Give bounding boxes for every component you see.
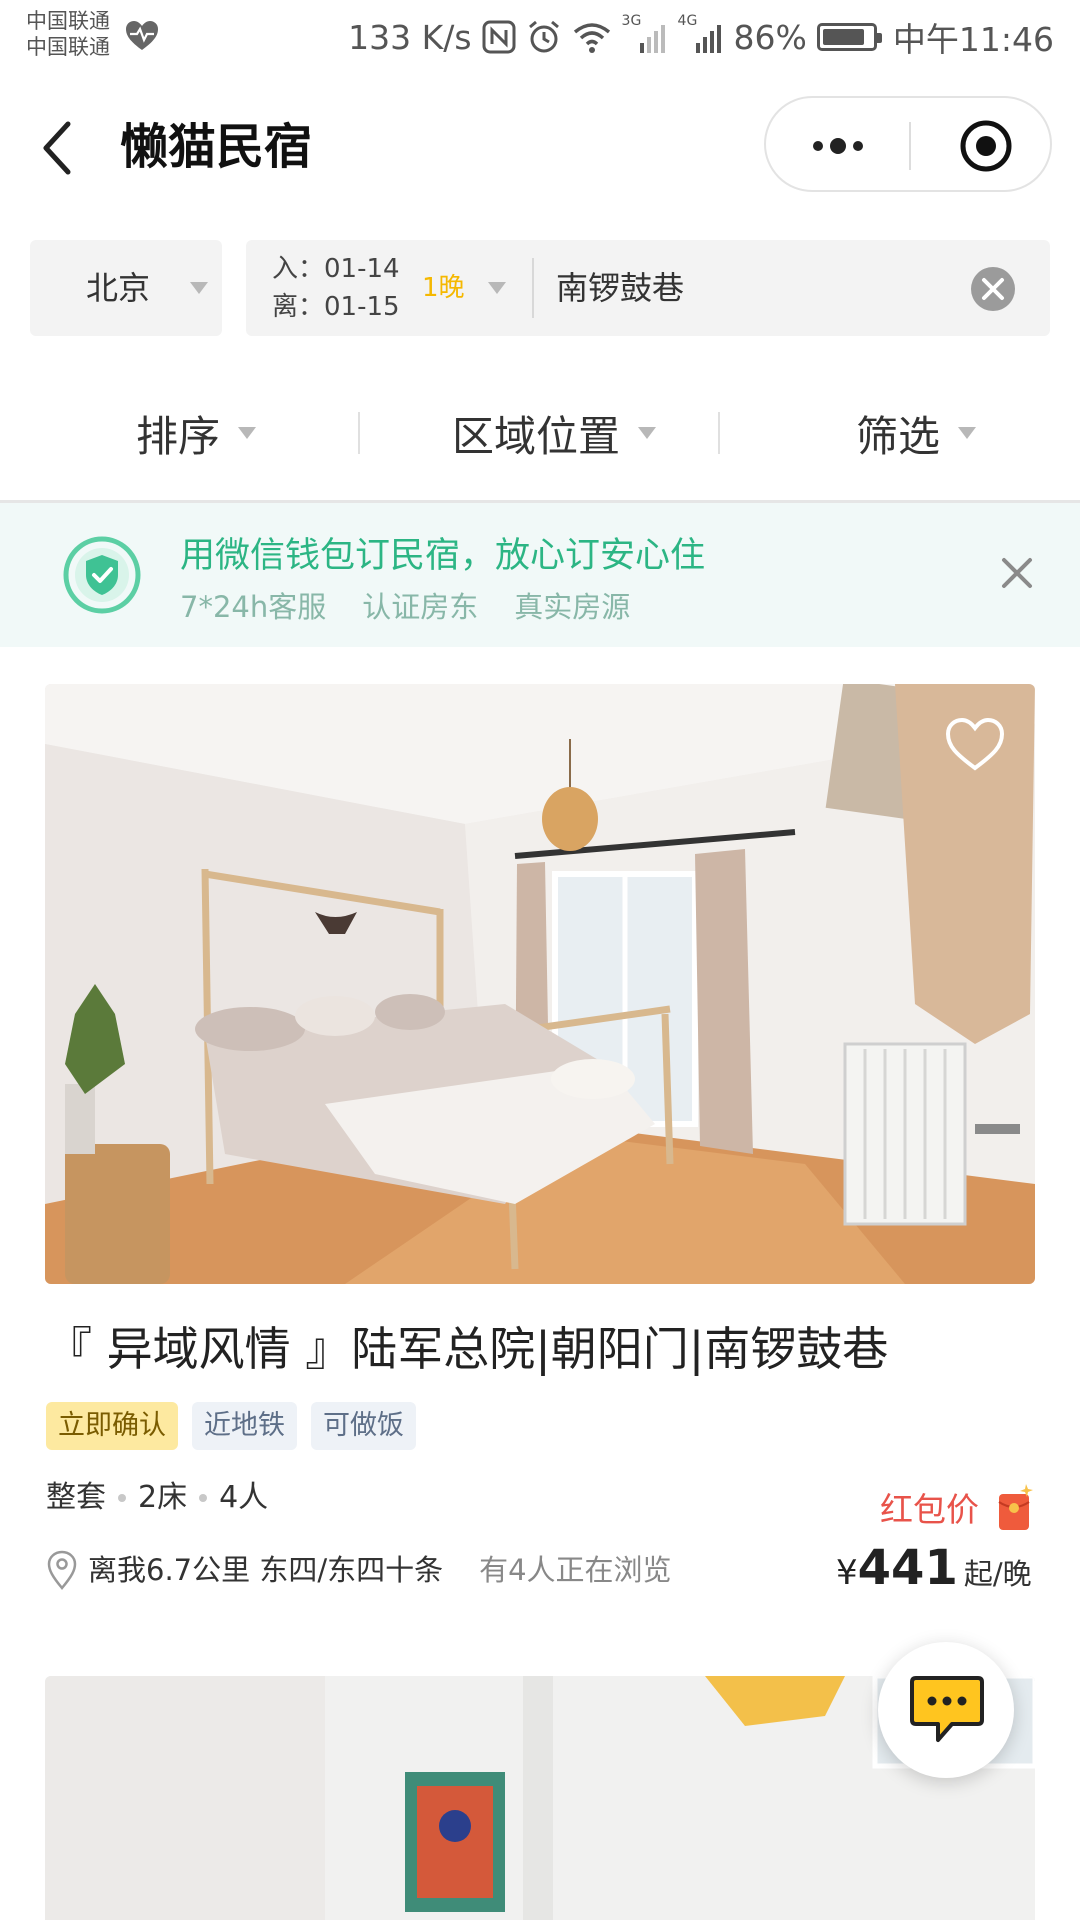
banner-tag: 真实房源 (514, 590, 631, 624)
clear-search-icon[interactable] (970, 266, 1016, 312)
page-title: 懒猫民宿 (120, 119, 313, 175)
signal-4g: 4G (678, 13, 724, 57)
listing-location: 离我6.7公里 东四/东四十条 有4人正在浏览 (46, 1548, 672, 1592)
tag-near-subway: 近地铁 (192, 1402, 297, 1450)
tab-filter-label: 筛选 (856, 411, 941, 461)
tab-area[interactable]: 区域位置 (452, 390, 657, 476)
tag-kitchen: 可做饭 (311, 1402, 416, 1450)
net-speed: 133 K/s (348, 17, 472, 57)
tab-sort-label: 排序 (136, 411, 221, 461)
city-selector[interactable]: 北京 (30, 240, 222, 336)
more-options-icon[interactable] (806, 118, 870, 174)
shield-check-icon (63, 536, 141, 614)
listing-photo[interactable] (45, 684, 1035, 1284)
tab-area-label: 区域位置 (452, 411, 621, 461)
listing-title[interactable]: 『 异域风情 』陆军总院|朝阳门|南锣鼓巷 (46, 1316, 888, 1382)
miniprogram-capsule (764, 96, 1052, 192)
close-icon[interactable] (1000, 556, 1034, 590)
date-dropdown-icon[interactable] (488, 282, 506, 294)
viewers-count: 有4人正在浏览 (479, 1553, 672, 1587)
price-unit: 起/晚 (963, 1557, 1032, 1591)
carrier-1: 中国联通 (26, 9, 110, 33)
nights-count: 1晚 (422, 273, 465, 303)
banner-title: 用微信钱包订民宿，放心订安心住 (180, 536, 706, 576)
alarm-icon (528, 20, 559, 53)
chat-bubble-icon (910, 1676, 984, 1742)
sort-dropdown-icon (238, 427, 257, 439)
wifi-icon (573, 23, 610, 53)
banner-tag: 7*24h客服 (180, 590, 327, 624)
city-label: 北京 (86, 269, 151, 307)
check-out-date[interactable]: 离：01-15 (272, 290, 400, 324)
carrier-2: 中国联通 (26, 35, 110, 59)
spec-separator (118, 1494, 126, 1502)
trust-banner[interactable]: 用微信钱包订民宿，放心订安心住 7*24h客服 认证房东 真实房源 (0, 503, 1080, 647)
search-divider (532, 258, 534, 318)
listing-tags: 立即确认 近地铁 可做饭 (46, 1402, 416, 1450)
status-indicators: 133 K/s 3G 4G 86% 中午11:46 (348, 13, 1054, 60)
spec-separator (199, 1494, 208, 1502)
favorite-heart-icon[interactable] (944, 716, 1006, 772)
capsule-divider (909, 122, 911, 170)
filter-divider (358, 412, 360, 454)
check-in-date[interactable]: 入：01-14 (272, 252, 400, 286)
filter-divider (718, 412, 720, 454)
filter-bar: 排序 区域位置 筛选 (0, 390, 1080, 476)
search-bar: 入：01-14 离：01-15 1晚 南锣鼓巷 (246, 240, 1050, 336)
signal-bars-3g-icon (639, 25, 665, 53)
clock: 中午11:46 (892, 20, 1054, 59)
location-pin-icon (47, 1550, 77, 1590)
battery-percent: 86% (733, 17, 807, 57)
guest-count: 4人 (219, 1480, 269, 1515)
battery-fill (822, 29, 864, 45)
battery-icon (816, 23, 882, 51)
redpacket-price-label: 红包价 (880, 1490, 979, 1529)
signal-3g: 3G (622, 13, 668, 57)
health-heart-icon (126, 21, 158, 50)
banner-tag: 认证房东 (362, 590, 479, 624)
listing-specs: 整套 2床 4人 (46, 1474, 268, 1522)
filter-dropdown-icon (958, 427, 977, 439)
signal-bars-4g-icon (695, 25, 721, 53)
banner-tags: 7*24h客服 认证房东 真实房源 (180, 587, 630, 627)
bed-count: 2床 (138, 1480, 188, 1515)
price-currency: ¥ (836, 1553, 858, 1593)
status-bar: 中国联通 中国联通 133 K/s 3G 4G 86% 中午11:46 (0, 0, 1080, 76)
tab-sort[interactable]: 排序 (136, 390, 257, 476)
search-keyword-input[interactable]: 南锣鼓巷 (556, 264, 684, 312)
city-dropdown-icon (190, 282, 208, 294)
price-amount: 441 (857, 1540, 958, 1596)
close-miniprogram-icon[interactable] (958, 118, 1014, 174)
area-dropdown-icon (638, 427, 657, 439)
tab-filter[interactable]: 筛选 (856, 390, 977, 476)
red-packet-icon (998, 1484, 1033, 1530)
title-bar: 懒猫民宿 (0, 90, 1080, 200)
room-type: 整套 (46, 1480, 106, 1515)
chat-button[interactable] (878, 1642, 1014, 1778)
carrier-info: 中国联通 中国联通 (26, 8, 110, 60)
nfc-icon (482, 20, 516, 54)
distance-text: 离我6.7公里 东四/东四十条 (88, 1553, 444, 1587)
tag-instant-confirm: 立即确认 (46, 1402, 178, 1450)
back-arrow-icon[interactable] (38, 120, 78, 176)
listing-price: ¥ 441 起/晚 (836, 1540, 1032, 1596)
